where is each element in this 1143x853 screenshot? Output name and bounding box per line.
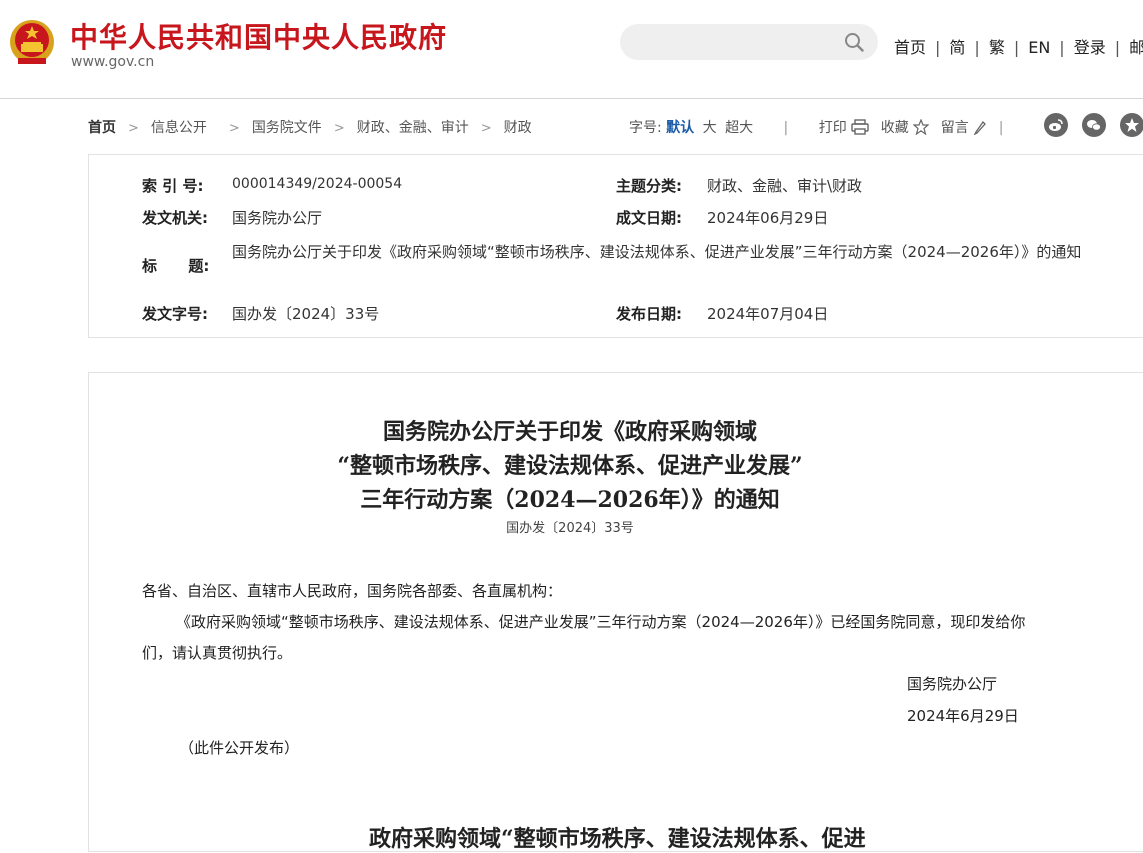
article-sign-date: 2024年6月29日	[907, 707, 1019, 725]
search-icon[interactable]	[844, 32, 864, 52]
doc-number-value: 国办发〔2024〕33号	[232, 305, 380, 323]
article-title-line: 国务院办公厅关于印发《政府采购领域	[382, 419, 757, 445]
document-metadata: 索 引 号: 000014349/2024-00054 主题分类: 财政、金融、…	[88, 154, 1143, 338]
breadcrumb-finance-audit[interactable]: 财政、金融、审计	[357, 120, 469, 136]
font-size-large[interactable]: 大	[703, 120, 717, 136]
qzone-icon	[1125, 118, 1139, 132]
issuer-value: 国务院办公厅	[232, 209, 323, 227]
article-signer: 国务院办公厅	[907, 675, 998, 693]
breadcrumb-finance[interactable]: 财政	[504, 120, 532, 136]
article-toolbar: 字号: 默认 大 超大 | 打印 收藏 留言 |	[629, 119, 1004, 136]
title-label: 标 题:	[142, 257, 210, 275]
wechat-icon	[1087, 120, 1101, 131]
title-value: 国务院办公厅关于印发《政府采购领域“整顿市场秩序、建设法规体系、促进产业发展”三…	[232, 243, 1082, 261]
national-emblem-icon[interactable]	[8, 18, 56, 68]
print-button[interactable]: 打印	[819, 120, 847, 136]
article-title-line: 三年行动方案（2024—2026年）》的通知	[360, 487, 780, 513]
nav-simplified[interactable]: 简	[949, 38, 965, 57]
nav-traditional[interactable]: 繁	[989, 38, 1005, 57]
article-content: 国务院办公厅关于印发《政府采购领域 “整顿市场秩序、建设法规体系、促进产业发展”…	[88, 372, 1143, 852]
nav-home[interactable]: 首页	[894, 38, 926, 57]
chevron-right-icon: >	[480, 121, 492, 136]
wechat-share-button[interactable]	[1082, 113, 1106, 137]
nav-mail[interactable]: 邮箱	[1129, 38, 1143, 57]
breadcrumb-info-public[interactable]: 信息公开	[151, 120, 207, 136]
pencil-icon[interactable]	[973, 119, 987, 135]
font-size-default[interactable]: 默认	[666, 120, 694, 136]
category-value: 财政、金融、审计\财政	[707, 177, 863, 195]
published-date-value: 2024年07月04日	[707, 305, 829, 323]
site-domain: www.gov.cn	[71, 54, 155, 70]
created-date-label: 成文日期:	[616, 209, 682, 227]
article-publish-note: （此件公开发布）	[179, 739, 300, 757]
chevron-right-icon: >	[333, 121, 345, 136]
chevron-right-icon: >	[128, 121, 139, 136]
article-body: 《政府采购领域“整顿市场秩序、建设法规体系、促进产业发展”三年行动方案（2024…	[142, 613, 1026, 662]
published-date-label: 发布日期:	[616, 305, 682, 323]
font-size-xlarge[interactable]: 超大	[725, 120, 753, 136]
index-number-label: 索 引 号:	[142, 177, 204, 195]
article-doc-number: 国办发〔2024〕33号	[506, 521, 634, 536]
article-title: 国务院办公厅关于印发《政府采购领域 “整顿市场秩序、建设法规体系、促进产业发展”…	[89, 415, 1051, 517]
category-label: 主题分类:	[616, 177, 682, 195]
breadcrumb-state-council-docs[interactable]: 国务院文件	[252, 120, 322, 136]
search-input[interactable]	[636, 30, 840, 56]
site-header: 中华人民共和国中央人民政府 www.gov.cn 首页|简|繁|EN|登录|邮箱	[0, 0, 1143, 99]
weibo-share-button[interactable]	[1044, 113, 1068, 137]
qzone-share-button[interactable]	[1120, 113, 1143, 137]
breadcrumb-home[interactable]: 首页	[88, 120, 116, 136]
attachment-heading: 政府采购领域“整顿市场秩序、建设法规体系、促进	[369, 826, 866, 852]
search-box[interactable]	[620, 24, 878, 60]
font-size-label: 字号:	[629, 120, 662, 136]
chevron-right-icon: >	[228, 121, 240, 136]
created-date-value: 2024年06月29日	[707, 209, 829, 227]
article-salutation: 各省、自治区、直辖市人民政府，国务院各部委、各直属机构：	[142, 582, 563, 600]
comment-button[interactable]: 留言	[941, 120, 969, 136]
nav-login[interactable]: 登录	[1074, 38, 1106, 57]
top-nav: 首页|简|繁|EN|登录|邮箱	[894, 34, 1143, 58]
favorite-button[interactable]: 收藏	[881, 120, 909, 136]
breadcrumb: 首页 > 信息公开 > 国务院文件 > 财政、金融、审计 > 财政	[88, 117, 532, 137]
star-icon[interactable]	[912, 119, 929, 135]
index-number-value: 000014349/2024-00054	[232, 176, 403, 192]
nav-english[interactable]: EN	[1028, 38, 1050, 57]
issuer-label: 发文机关:	[142, 209, 208, 227]
print-icon[interactable]	[851, 119, 869, 135]
weibo-icon	[1049, 119, 1063, 131]
site-title[interactable]: 中华人民共和国中央人民政府	[70, 16, 447, 56]
article-title-line: “整顿市场秩序、建设法规体系、促进产业发展”	[337, 453, 803, 479]
doc-number-label: 发文字号:	[142, 305, 208, 323]
